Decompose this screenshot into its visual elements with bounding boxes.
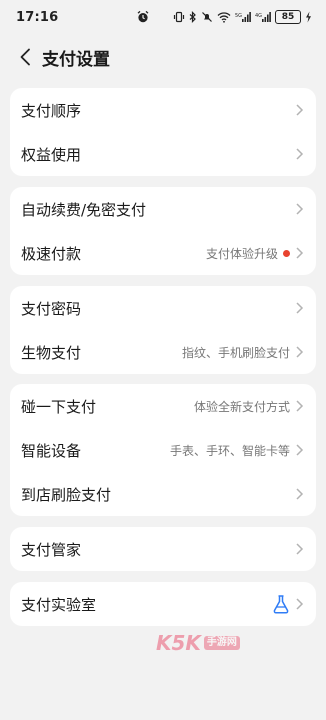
back-button[interactable] — [10, 37, 40, 77]
row-label: 到店刷脸支付 — [21, 485, 112, 504]
back-arrow-icon — [20, 48, 30, 66]
signal-2-icon: 4G — [255, 12, 271, 22]
row-label: 极速付款 — [21, 244, 82, 263]
row-label: 自动续费/免密支付 — [21, 200, 147, 219]
chevron-right-icon — [296, 488, 304, 500]
bluetooth-icon — [189, 11, 196, 23]
page-title: 支付设置 — [42, 49, 110, 70]
alarm-icon — [137, 10, 149, 23]
row-label: 支付实验室 — [21, 595, 97, 614]
status-time: 17:16 — [16, 9, 59, 25]
chevron-right-icon — [296, 148, 304, 160]
row-label: 生物支付 — [21, 343, 82, 362]
chevron-right-icon — [296, 302, 304, 314]
chevron-right-icon — [296, 598, 304, 610]
row-label: 支付顺序 — [21, 101, 82, 120]
row-value: 支付体验升级 — [205, 246, 278, 261]
chevron-right-icon — [296, 444, 304, 456]
top-nav-bar: 支付设置 — [0, 36, 326, 78]
settings-group-devices: 碰一下支付 体验全新支付方式 智能设备 手表、手环、智能卡等 到店刷脸支付 — [10, 384, 316, 516]
charging-icon — [306, 11, 311, 23]
row-value: 指纹、手机刷脸支付 — [181, 345, 290, 360]
row-label: 智能设备 — [21, 441, 82, 460]
row-label: 权益使用 — [21, 145, 82, 164]
watermark-badge: 手游网 — [203, 636, 240, 650]
benefits-usage-row[interactable]: 权益使用 — [10, 132, 316, 176]
payment-password-row[interactable]: 支付密码 — [10, 286, 316, 330]
status-bar: 17:16 5G 4G 85 — [0, 0, 326, 34]
watermark-brand: K5K — [156, 631, 201, 655]
notification-dot — [283, 249, 290, 257]
watermark-logo: K5K 手游网 — [156, 630, 266, 656]
battery-indicator: 85 — [275, 10, 301, 24]
row-label: 支付管家 — [21, 540, 82, 559]
chevron-right-icon — [296, 346, 304, 358]
smart-devices-row[interactable]: 智能设备 手表、手环、智能卡等 — [10, 428, 316, 472]
settings-group-manager: 支付管家 — [10, 527, 316, 571]
flask-icon — [273, 595, 289, 614]
chevron-right-icon — [296, 400, 304, 412]
svg-text:5G: 5G — [235, 13, 242, 19]
mute-icon — [202, 12, 212, 22]
svg-text:4G: 4G — [255, 13, 262, 19]
row-label: 支付密码 — [21, 299, 82, 318]
tap-to-pay-row[interactable]: 碰一下支付 体验全新支付方式 — [10, 384, 316, 428]
chevron-right-icon — [296, 203, 304, 215]
chevron-right-icon — [296, 543, 304, 555]
express-pay-row[interactable]: 极速付款 支付体验升级 — [10, 231, 316, 275]
row-value: 手表、手环、智能卡等 — [169, 443, 290, 458]
row-value: 体验全新支付方式 — [193, 399, 290, 414]
settings-group-order: 支付顺序 权益使用 — [10, 88, 316, 176]
status-icons: 5G 4G 85 — [173, 10, 312, 24]
payment-lab-row[interactable]: 支付实验室 — [10, 582, 316, 626]
auto-renew-row[interactable]: 自动续费/免密支付 — [10, 187, 316, 231]
payment-order-row[interactable]: 支付顺序 — [10, 88, 316, 132]
chevron-right-icon — [296, 247, 304, 259]
settings-group-security: 支付密码 生物支付 指纹、手机刷脸支付 — [10, 286, 316, 374]
biometric-pay-row[interactable]: 生物支付 指纹、手机刷脸支付 — [10, 330, 316, 374]
in-store-face-pay-row[interactable]: 到店刷脸支付 — [10, 472, 316, 516]
signal-1-icon: 5G — [235, 12, 251, 22]
payment-manager-row[interactable]: 支付管家 — [10, 527, 316, 571]
settings-group-auto-pay: 自动续费/免密支付 极速付款 支付体验升级 — [10, 187, 316, 275]
settings-group-lab: 支付实验室 — [10, 582, 316, 626]
wifi-icon — [217, 12, 231, 23]
vibrate-icon — [173, 11, 185, 23]
chevron-right-icon — [296, 104, 304, 116]
row-label: 碰一下支付 — [21, 397, 97, 416]
